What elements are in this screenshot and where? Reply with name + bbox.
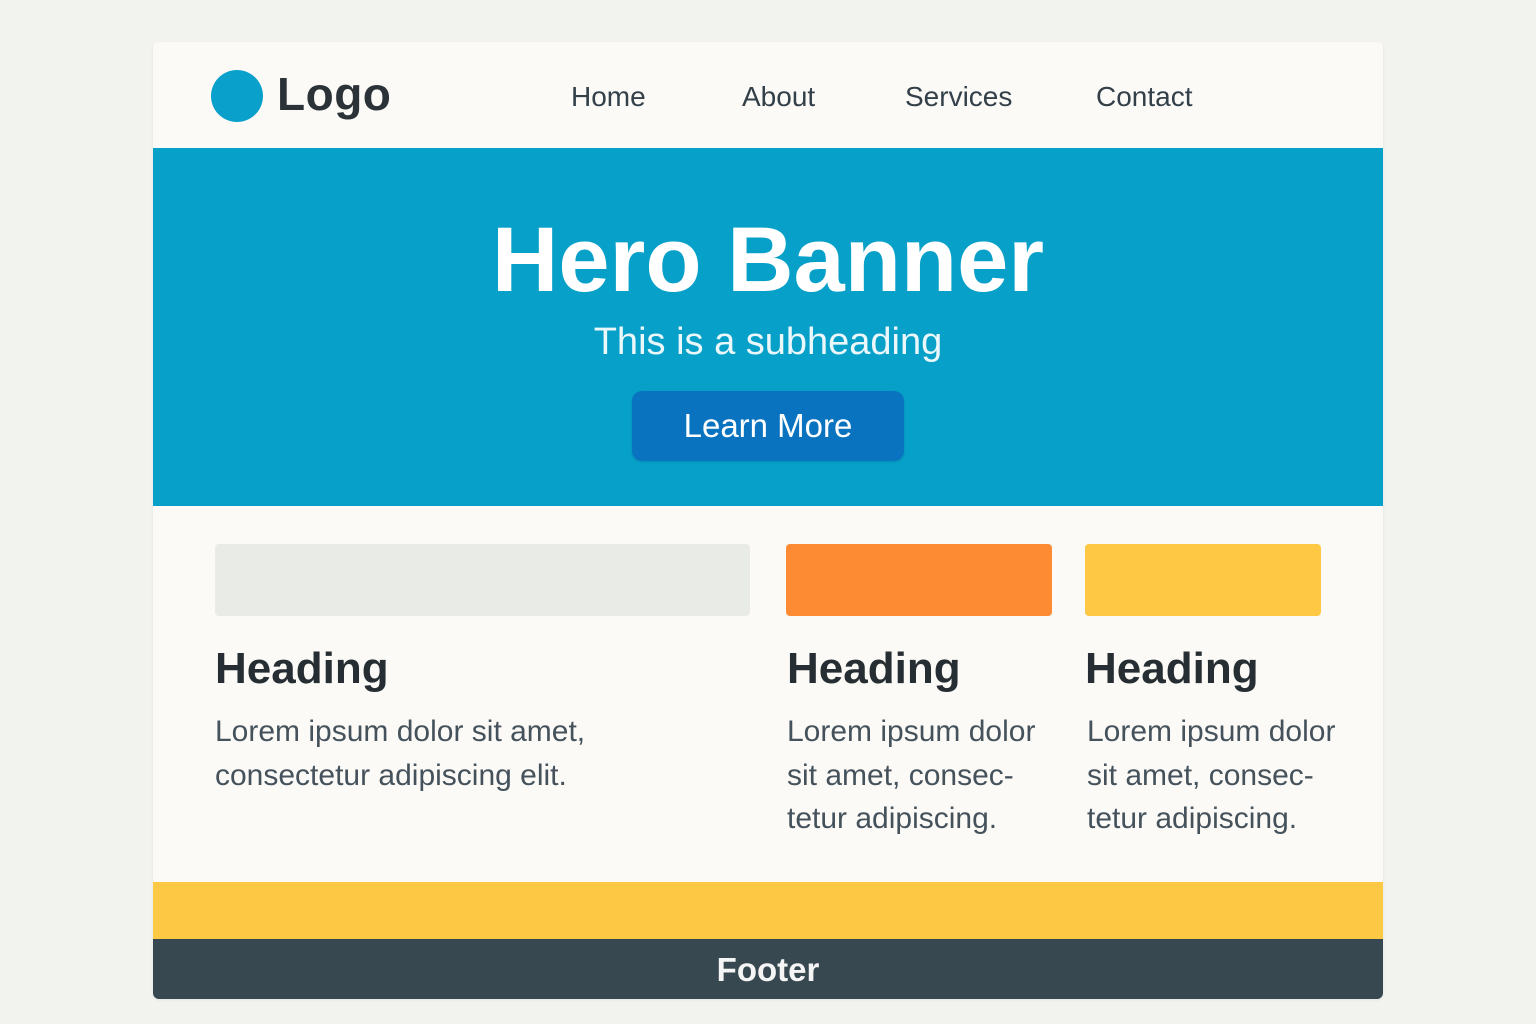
nav-link-about[interactable]: About — [742, 80, 815, 114]
card-body-line: consectetur adipiscing elit. — [215, 758, 567, 792]
card-body-1: Lorem ipsum dolor sit amet, consectetur … — [215, 710, 585, 797]
card-body-3: Lorem ipsum dolor sit amet, consec- tetu… — [1087, 710, 1335, 841]
site-footer: Footer — [153, 939, 1383, 999]
card-image-placeholder-2 — [786, 544, 1052, 616]
card-heading-3: Heading — [1085, 644, 1259, 693]
card-body-line: sit amet, consec- — [787, 758, 1014, 792]
card-body-line: Lorem ipsum dolor — [1087, 715, 1336, 748]
hero-title: Hero Banner — [491, 209, 1045, 311]
site-header: Logo Home About Services Contact — [153, 42, 1383, 148]
card-body-line: sit amet, consec- — [1087, 758, 1314, 792]
card-body-line: Lorem ipsum dolor sit amet, — [215, 715, 586, 748]
card-body-line: tetur adipiscing. — [1087, 802, 1298, 835]
logo-label[interactable]: Logo — [277, 66, 391, 122]
wireframe-page: Logo Home About Services Contact Hero Ba… — [153, 42, 1383, 999]
card-body-line: Lorem ipsum dolor — [787, 715, 1036, 748]
hero-banner: Hero Banner This is a subheading Learn M… — [153, 148, 1383, 506]
hero-subheading: This is a subheading — [593, 321, 943, 363]
nav-link-contact[interactable]: Contact — [1096, 80, 1193, 114]
card-heading-1: Heading — [215, 644, 389, 693]
nav-link-services[interactable]: Services — [905, 80, 1012, 114]
footer-label: Footer — [716, 951, 820, 988]
card-body-line: tetur adipiscing. — [787, 802, 998, 835]
footer-accent-stripe — [153, 882, 1383, 939]
card-image-placeholder-1 — [215, 544, 750, 616]
card-image-placeholder-3 — [1085, 544, 1321, 616]
nav-link-home[interactable]: Home — [571, 80, 646, 114]
card-body-2: Lorem ipsum dolor sit amet, consec- tetu… — [787, 710, 1035, 841]
card-heading-2: Heading — [787, 644, 961, 693]
learn-more-button[interactable]: Learn More — [632, 391, 904, 461]
circle-logo-icon[interactable] — [211, 70, 263, 122]
